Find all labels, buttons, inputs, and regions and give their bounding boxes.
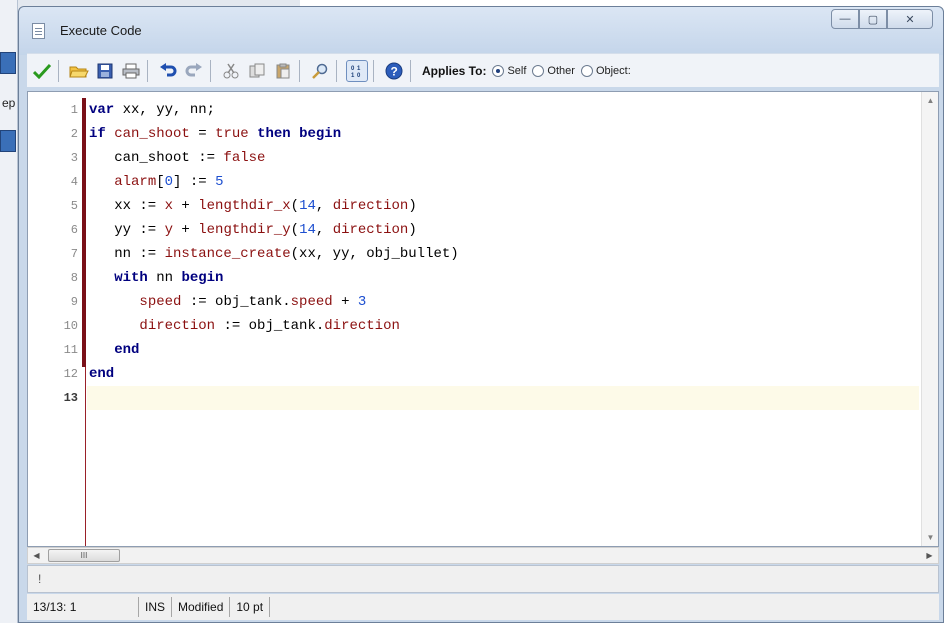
- background-icon: [0, 52, 16, 74]
- horizontal-scrollbar[interactable]: ◀ III ▶: [27, 547, 939, 564]
- scroll-right-icon[interactable]: ▶: [921, 548, 938, 563]
- line-number: 12: [63, 367, 78, 381]
- line-number: 2: [70, 127, 78, 141]
- line-number: 1: [70, 103, 78, 117]
- radio-unchecked-icon: [532, 64, 545, 77]
- modified-status: Modified: [172, 597, 231, 617]
- line-number: 10: [63, 319, 78, 333]
- document-icon: [32, 23, 45, 39]
- vertical-scrollbar[interactable]: ▲ ▼: [921, 92, 938, 546]
- radio-label: Self: [507, 64, 527, 77]
- code-line-6: yy := y + lengthdir_y(14, direction): [89, 222, 417, 238]
- applies-to-object-radio[interactable]: Object:: [580, 64, 631, 77]
- code-line-4: alarm[0] := 5: [114, 174, 224, 190]
- insert-mode: INS: [139, 597, 173, 617]
- close-button[interactable]: ✕: [887, 9, 933, 29]
- svg-text:?: ?: [391, 64, 398, 78]
- execute-code-window: Execute Code — ▢ ✕ 0 1 1 0 ? Applies To:…: [18, 6, 944, 623]
- code-line-12: end: [89, 366, 115, 382]
- applies-to-self-radio[interactable]: Self: [492, 64, 527, 77]
- toolbar-separator: [373, 59, 374, 82]
- scroll-up-icon[interactable]: ▲: [922, 92, 938, 109]
- code-line-2: if can_shoot = true then begin: [89, 126, 342, 142]
- toolbar-separator: [336, 59, 337, 82]
- cut-icon[interactable]: [220, 60, 242, 82]
- code-line-10: direction := obj_tank.direction: [139, 318, 400, 334]
- code-line-1: var xx, yy, nn;: [89, 102, 216, 118]
- code-editor[interactable]: 1 2 3 4 5 6 7 8 9 10 11 12 13 var xx, yy…: [27, 91, 939, 547]
- scroll-down-icon[interactable]: ▼: [922, 529, 938, 546]
- background-window: ep: [0, 0, 18, 623]
- line-number: 4: [70, 175, 78, 189]
- svg-text:0: 0: [357, 73, 361, 78]
- code-line-5: xx := x + lengthdir_x(14, direction): [89, 198, 417, 214]
- code-line-9: speed := obj_tank.speed + 3: [139, 294, 367, 310]
- scroll-left-icon[interactable]: ◀: [28, 548, 45, 563]
- minimize-button[interactable]: —: [831, 9, 859, 29]
- applies-to-other-radio[interactable]: Other: [532, 64, 575, 77]
- message-text: !: [38, 572, 42, 586]
- redo-icon[interactable]: [183, 60, 205, 82]
- svg-text:0: 0: [351, 66, 355, 72]
- line-number: 9: [70, 295, 78, 309]
- font-size: 10 pt: [230, 597, 271, 617]
- message-bar: !: [27, 565, 939, 593]
- line-number: 8: [70, 271, 78, 285]
- svg-text:1: 1: [357, 66, 361, 72]
- line-number: 6: [70, 223, 78, 237]
- background-text: ep: [2, 96, 16, 110]
- line-number: 7: [70, 247, 78, 261]
- help-icon[interactable]: ?: [383, 60, 405, 82]
- background-icon: [0, 130, 16, 152]
- paste-icon[interactable]: [272, 60, 294, 82]
- applies-to-label: Applies To:: [422, 63, 487, 78]
- toolbar: 0110 ? Applies To: Self Other Object:: [27, 53, 939, 87]
- code-snippet-icon[interactable]: 0110: [346, 59, 368, 82]
- current-line-highlight: [87, 386, 919, 410]
- code-line-8: with nn begin: [114, 270, 224, 286]
- radio-unchecked-icon: [580, 64, 593, 77]
- toolbar-separator: [299, 59, 300, 82]
- save-icon[interactable]: [94, 60, 116, 82]
- radio-checked-icon: [492, 64, 505, 77]
- toolbar-separator: [410, 59, 411, 82]
- modified-lines-marker: [82, 98, 86, 367]
- print-icon[interactable]: [120, 60, 142, 82]
- title-bar[interactable]: Execute Code — ▢ ✕: [19, 7, 943, 55]
- line-number-gutter: 1 2 3 4 5 6 7 8 9 10 11 12 13: [28, 92, 82, 546]
- cursor-position: 13/13: 1: [27, 597, 139, 617]
- status-bar: 13/13: 1 INS Modified 10 pt: [27, 594, 939, 620]
- find-icon[interactable]: [309, 60, 331, 82]
- horizontal-scroll-thumb[interactable]: III: [48, 549, 120, 562]
- open-folder-icon[interactable]: [68, 60, 90, 82]
- window-title: Execute Code: [60, 23, 142, 38]
- maximize-button[interactable]: ▢: [859, 9, 887, 29]
- line-number-current: 13: [63, 391, 78, 405]
- toolbar-separator: [58, 59, 59, 82]
- copy-icon[interactable]: [246, 60, 268, 82]
- undo-icon[interactable]: [157, 60, 179, 82]
- radio-label: Other: [547, 64, 575, 77]
- line-number: 3: [70, 151, 78, 165]
- checkmark-icon[interactable]: [31, 60, 53, 82]
- svg-text:1: 1: [351, 73, 355, 78]
- code-line-3: can_shoot := false: [89, 150, 266, 166]
- code-line-11: end: [114, 342, 140, 358]
- gutter-divider: [85, 367, 86, 546]
- toolbar-separator: [210, 59, 211, 82]
- line-number: 5: [70, 199, 78, 213]
- code-line-7: nn := instance_create(xx, yy, obj_bullet…: [89, 246, 459, 262]
- radio-label: Object:: [595, 64, 631, 77]
- toolbar-separator: [147, 59, 148, 82]
- line-number: 11: [63, 343, 78, 357]
